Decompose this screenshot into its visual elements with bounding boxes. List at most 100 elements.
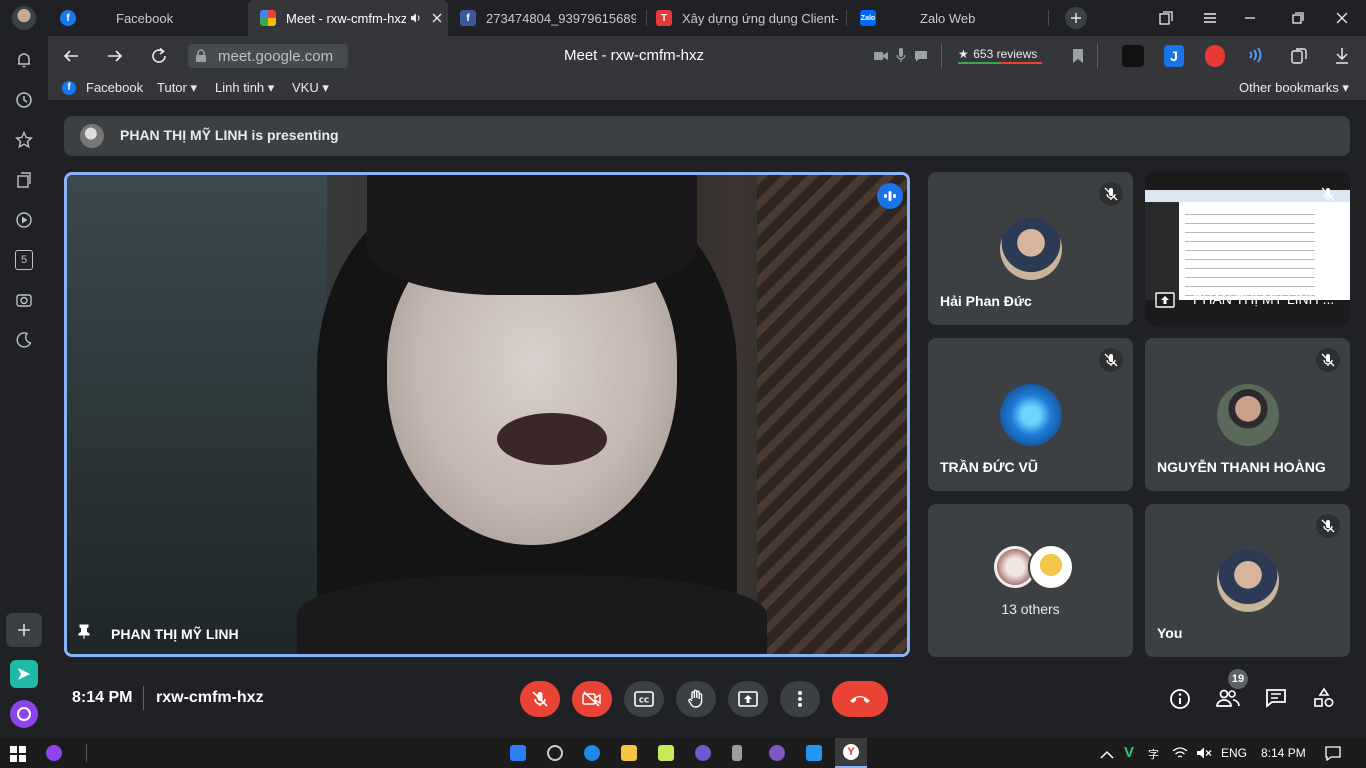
add-panel-button[interactable] [6, 613, 42, 647]
presenting-banner[interactable]: PHAN THỊ MỸ LINH is presenting [64, 116, 1350, 156]
leave-call-button[interactable] [832, 681, 888, 717]
people-icon[interactable] [1216, 688, 1240, 713]
main-speaker-tile[interactable]: PHAN THỊ MỸ LINH [64, 172, 910, 657]
bell-icon[interactable] [12, 48, 36, 72]
tab-meet[interactable]: Meet - rxw-cmfm-hxz [248, 0, 448, 36]
app-notes-icon[interactable] [658, 745, 674, 761]
other-bookmarks[interactable]: Other bookmarks ▾ [1239, 80, 1349, 96]
speaker-icon[interactable] [410, 12, 422, 24]
present-now-button[interactable] [728, 681, 768, 717]
new-tab-button[interactable] [1065, 7, 1087, 29]
address-bar[interactable]: meet.google.com [188, 44, 348, 68]
forward-icon[interactable] [106, 48, 124, 69]
send-app-icon[interactable] [10, 660, 38, 688]
participant-tile[interactable]: TRẦN ĐỨC VŨ [928, 338, 1133, 491]
mic-indicator-icon[interactable] [896, 48, 906, 67]
tab-facebook-photo[interactable]: f 273474804_939796156896 [450, 0, 644, 36]
menu-icon[interactable] [1202, 10, 1218, 31]
extension-hat-icon[interactable] [1122, 45, 1144, 67]
bookmark-folder-tutor[interactable]: Tutor ▾ [157, 80, 197, 96]
notification-icon[interactable] [1325, 746, 1341, 766]
extensions-icon[interactable] [1290, 47, 1308, 70]
chevron-up-icon[interactable] [1100, 747, 1114, 765]
others-tile[interactable]: 13 others [928, 504, 1133, 657]
file-explorer-icon[interactable] [621, 745, 637, 761]
captions-button[interactable]: CC [624, 681, 664, 717]
app-github-icon[interactable] [769, 745, 785, 761]
mic-off-icon [1099, 348, 1123, 372]
participant-tile[interactable]: PHAN THỊ MỸ LINH ... [1145, 172, 1350, 325]
video-player-icon[interactable] [12, 208, 36, 232]
pin-icon[interactable] [77, 624, 91, 645]
tab-facebook[interactable]: f Facebook [52, 0, 248, 36]
facebook-icon: f [62, 80, 76, 95]
minimize-icon[interactable] [1242, 10, 1258, 31]
language-indicator[interactable]: ENG [1221, 746, 1247, 760]
collections-icon[interactable] [12, 168, 36, 192]
microphone-toggle-button[interactable] [520, 681, 560, 717]
yandex-browser-icon[interactable]: Y [835, 738, 867, 768]
vscode-icon[interactable] [806, 745, 822, 761]
tab-zalo[interactable]: Zalo Zalo Web [850, 0, 1046, 36]
google-meet-icon [260, 10, 276, 26]
close-window-icon[interactable] [1334, 10, 1350, 31]
alice-assistant-icon[interactable] [10, 700, 38, 728]
tab-manager-icon[interactable] [1158, 10, 1174, 31]
app-browser-icon[interactable] [584, 745, 600, 761]
raise-hand-button[interactable] [676, 681, 716, 717]
self-tile[interactable]: You [1145, 504, 1350, 657]
tab-title: Xây dựng ứng dụng Client- [682, 10, 838, 26]
volume-muted-icon[interactable] [1196, 746, 1212, 765]
star-icon[interactable] [12, 128, 36, 152]
windows-start-icon[interactable] [10, 746, 26, 767]
bookmark-facebook[interactable]: f Facebook [62, 80, 143, 95]
participant-tile[interactable]: NGUYỄN THANH HOÀNG [1145, 338, 1350, 491]
v-tray-icon[interactable]: V [1124, 744, 1134, 761]
profile-avatar[interactable] [12, 6, 36, 30]
download-icon[interactable] [1334, 47, 1350, 70]
camera-off-icon [582, 691, 601, 707]
badge-number: 5 [15, 250, 33, 270]
input-method-icon[interactable]: 字 [1148, 746, 1159, 762]
hand-icon [688, 689, 703, 708]
app-chrome-icon[interactable] [547, 745, 563, 761]
chat-icon[interactable] [1265, 688, 1287, 713]
meeting-details-icon[interactable] [1169, 688, 1191, 715]
history-icon[interactable] [12, 88, 36, 112]
bookmark-folder-linh-tinh[interactable]: Linh tinh ▾ [215, 80, 274, 96]
present-screen-icon [1155, 292, 1175, 313]
taskbar-clock[interactable]: 8:14 PM [1261, 746, 1306, 760]
bookmark-page-icon[interactable] [1072, 48, 1084, 69]
extension-j-icon[interactable]: J [1164, 45, 1184, 67]
cortana-icon[interactable] [46, 745, 62, 761]
wifi-icon[interactable] [1172, 746, 1188, 765]
camera-indicator-icon[interactable] [874, 49, 888, 67]
back-icon[interactable] [62, 48, 80, 69]
activities-icon[interactable] [1313, 687, 1335, 714]
reload-icon[interactable] [150, 47, 168, 70]
close-tab-icon[interactable] [432, 13, 442, 23]
participant-tile[interactable]: Hải Phan Đức [928, 172, 1133, 325]
facebook-icon: f [460, 10, 476, 26]
extension-shield-icon[interactable] [1205, 45, 1225, 67]
chat-indicator-icon[interactable] [914, 49, 928, 67]
facebook-icon: f [60, 10, 76, 26]
participant-name: TRẦN ĐỨC VŨ [940, 459, 1038, 475]
participants-count-badge: 19 [1228, 669, 1248, 689]
speaking-indicator-icon [877, 183, 903, 209]
app-translator-icon[interactable] [510, 745, 526, 761]
app-media-icon[interactable] [695, 745, 711, 761]
windows-taskbar: Y V 字 ENG 8:14 PM [0, 738, 1366, 768]
camera-toggle-button[interactable] [572, 681, 612, 717]
tab-client-app[interactable]: T Xây dựng ứng dụng Client- [650, 0, 844, 36]
extension-wave-icon[interactable] [1246, 46, 1264, 69]
reviews-widget[interactable]: ★ 653 reviews [958, 45, 1042, 67]
participant-name: NGUYỄN THANH HOÀNG [1157, 459, 1326, 475]
restore-icon[interactable] [1290, 10, 1306, 31]
bookmark-folder-vku[interactable]: VKU ▾ [292, 80, 329, 96]
screenshot-icon[interactable] [12, 288, 36, 312]
badge-number-icon[interactable]: 5 [12, 248, 36, 272]
more-options-button[interactable] [780, 681, 820, 717]
app-phone-icon[interactable] [732, 745, 742, 761]
moon-icon[interactable] [12, 328, 36, 352]
